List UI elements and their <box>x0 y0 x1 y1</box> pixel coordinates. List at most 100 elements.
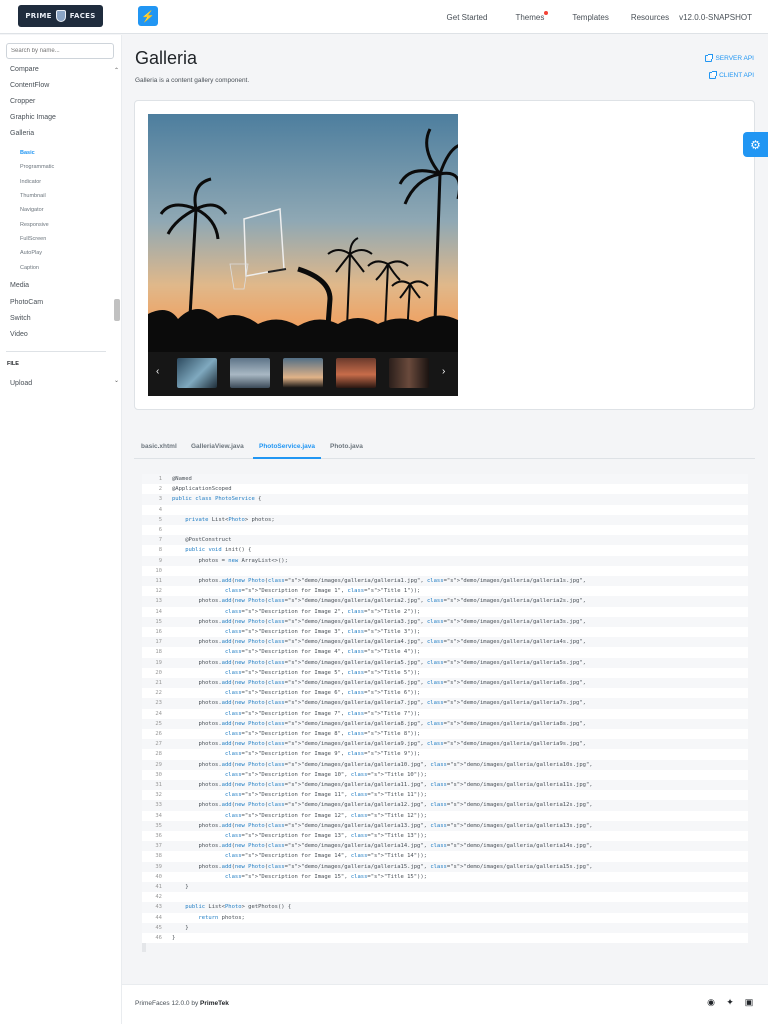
chevron-left-icon[interactable]: ‹ <box>156 366 159 377</box>
sidebar-item-photocam[interactable]: PhotoCam <box>10 299 43 306</box>
sidebar-subitem-navigator[interactable]: Navigator <box>20 207 44 213</box>
sidebar-item-upload[interactable]: Upload <box>10 380 32 387</box>
line-number: 10 <box>155 567 162 574</box>
sidebar-subitem-basic[interactable]: Basic <box>20 150 35 156</box>
external-link-icon <box>705 54 714 62</box>
footer-prefix: PrimeFaces 12.0.0 by <box>135 1000 199 1007</box>
code-text: photos.add(new Photo(class="s">"demo/ima… <box>172 659 586 666</box>
line-number: 32 <box>155 792 162 799</box>
sidebar-scrollbar[interactable]: ⌃ ⌄ <box>113 67 121 385</box>
line-number: 29 <box>155 761 162 768</box>
sidebar-item-compare[interactable]: Compare <box>10 66 39 73</box>
code-text: class="s">"Description for Image 3", cla… <box>224 629 421 635</box>
code-text: photos.add(new Photo(class="s">"demo/ima… <box>172 639 586 646</box>
code-line: 13 photos.add(new Photo(class="s">"demo/… <box>142 596 748 607</box>
nav-resources[interactable]: Resources <box>631 13 669 22</box>
thumbnail-4[interactable] <box>336 358 376 388</box>
scroll-thumb[interactable] <box>114 299 120 321</box>
tab-photo-java[interactable]: Photo.java <box>330 443 363 450</box>
line-number: 40 <box>155 873 162 880</box>
code-text: photos.add(new Photo(class="s">"demo/ima… <box>172 782 593 788</box>
code-text: public List<Photo> getPhotos() { <box>185 904 292 911</box>
nav-templates[interactable]: Templates <box>572 13 608 22</box>
thumbnail-5[interactable] <box>389 358 429 388</box>
sidebar-subitem-programmatic[interactable]: Programmatic <box>20 164 54 170</box>
line-number: 5 <box>158 516 162 523</box>
discord-icon[interactable]: ▣ <box>744 997 754 1007</box>
scroll-up-icon[interactable]: ⌃ <box>114 67 119 74</box>
code-text: photos.add(new Photo(class="s">"demo/ima… <box>172 822 593 829</box>
external-link-icon <box>709 71 718 79</box>
thumbnail-2[interactable] <box>230 358 270 388</box>
sidebar-subitem-autoplay[interactable]: AutoPlay <box>20 250 42 256</box>
code-line: 12 class="s">"Description for Image 1", … <box>142 586 748 597</box>
search-input[interactable] <box>6 43 114 59</box>
thumbnail-1[interactable] <box>177 358 217 388</box>
code-line: 30 class="s">"Description for Image 10",… <box>142 769 748 780</box>
code-line: 24 class="s">"Description for Image 7", … <box>142 708 748 719</box>
code-line: 20 class="s">"Description for Image 5", … <box>142 667 748 678</box>
version-menu[interactable]: v12.0.0-SNAPSHOT <box>679 13 752 22</box>
sidebar-item-video[interactable]: Video <box>10 331 28 338</box>
tab-basic-xhtml[interactable]: basic.xhtml <box>141 443 177 450</box>
code-text: @PostConstruct <box>172 537 232 544</box>
sidebar-item-cropper[interactable]: Cropper <box>10 98 35 105</box>
line-number: 28 <box>155 751 162 758</box>
top-nav: Get Started Themes Templates Resources v… <box>447 0 752 34</box>
code-line: 36 class="s">"Description for Image 13",… <box>142 831 748 842</box>
menu-toggle-button[interactable]: ⚡ <box>138 6 158 26</box>
line-number: 26 <box>155 731 162 737</box>
line-number: 7 <box>158 537 162 544</box>
line-number: 35 <box>155 822 162 829</box>
new-badge-dot <box>544 10 549 15</box>
nav-themes[interactable]: Themes <box>515 10 549 22</box>
code-line: 34 class="s">"Description for Image 12",… <box>142 810 748 821</box>
sidebar-item-galleria[interactable]: Galleria <box>10 130 34 137</box>
sidebar-item-graphic-image[interactable]: Graphic Image <box>10 114 56 121</box>
code-line: 11 photos.add(new Photo(class="s">"demo/… <box>142 576 748 587</box>
sidebar-subitem-caption[interactable]: Caption <box>20 265 39 271</box>
primefaces-logo[interactable]: PRIME FACES <box>18 5 103 27</box>
sidebar-item-media[interactable]: Media <box>10 282 29 289</box>
code-line: 31 photos.add(new Photo(class="s">"demo/… <box>142 780 748 791</box>
line-number: 21 <box>155 680 162 686</box>
footer-org-link[interactable]: PrimeTek <box>200 1000 229 1007</box>
line-number: 11 <box>155 578 162 584</box>
code-text: } <box>172 935 176 941</box>
thumbnail-3[interactable] <box>283 358 323 388</box>
code-line: 18 class="s">"Description for Image 4", … <box>142 647 748 658</box>
line-number: 44 <box>155 914 162 921</box>
scroll-down-icon[interactable]: ⌄ <box>114 377 119 384</box>
nav-get-started[interactable]: Get Started <box>447 13 488 22</box>
code-text: } <box>172 924 189 931</box>
sidebar-subitem-thumbnail[interactable]: Thumbnail <box>20 193 46 199</box>
sidebar-subitem-indicator[interactable]: Indicator <box>20 179 41 185</box>
code-text: photos.add(new Photo(class="s">"demo/ima… <box>172 618 586 625</box>
code-line: 16 class="s">"Description for Image 3", … <box>142 627 748 638</box>
sidebar-subitem-fullscreen[interactable]: FullScreen <box>20 236 46 242</box>
sidebar-subitem-responsive[interactable]: Responsive <box>20 222 49 228</box>
code-text: photos.add(new Photo(class="s">"demo/ima… <box>172 578 586 584</box>
line-number: 41 <box>155 884 162 890</box>
code-block: 1 @Named 2 @ApplicationScoped 3 public class … <box>142 474 748 952</box>
code-line: 7 @PostConstruct <box>142 535 748 546</box>
galleria: ‹ › <box>148 114 458 396</box>
github-icon[interactable]: ◉ <box>706 997 716 1007</box>
chevron-right-icon[interactable]: › <box>442 366 445 377</box>
line-number: 18 <box>155 649 162 656</box>
code-line: 26 class="s">"Description for Image 8", … <box>142 729 748 740</box>
code-line: 6 <box>142 525 748 536</box>
client-api-link[interactable]: CLIENT API <box>709 71 754 79</box>
tab-galleriaview-java[interactable]: GalleriaView.java <box>191 443 244 450</box>
config-button[interactable]: ⚙ <box>743 132 768 157</box>
twitter-icon[interactable]: ✦ <box>725 997 735 1007</box>
tab-photoservice-java[interactable]: PhotoService.java <box>259 443 315 450</box>
code-line: 9 photos = new ArrayList<>(); <box>142 555 748 566</box>
sidebar-category-file: FILE <box>7 361 19 367</box>
server-api-link[interactable]: SERVER API <box>705 54 754 62</box>
line-number: 16 <box>155 629 162 635</box>
line-number: 36 <box>155 833 162 839</box>
sidebar-item-contentflow[interactable]: ContentFlow <box>10 82 49 89</box>
sidebar-item-switch[interactable]: Switch <box>10 315 31 322</box>
code-line: 10 <box>142 565 748 576</box>
